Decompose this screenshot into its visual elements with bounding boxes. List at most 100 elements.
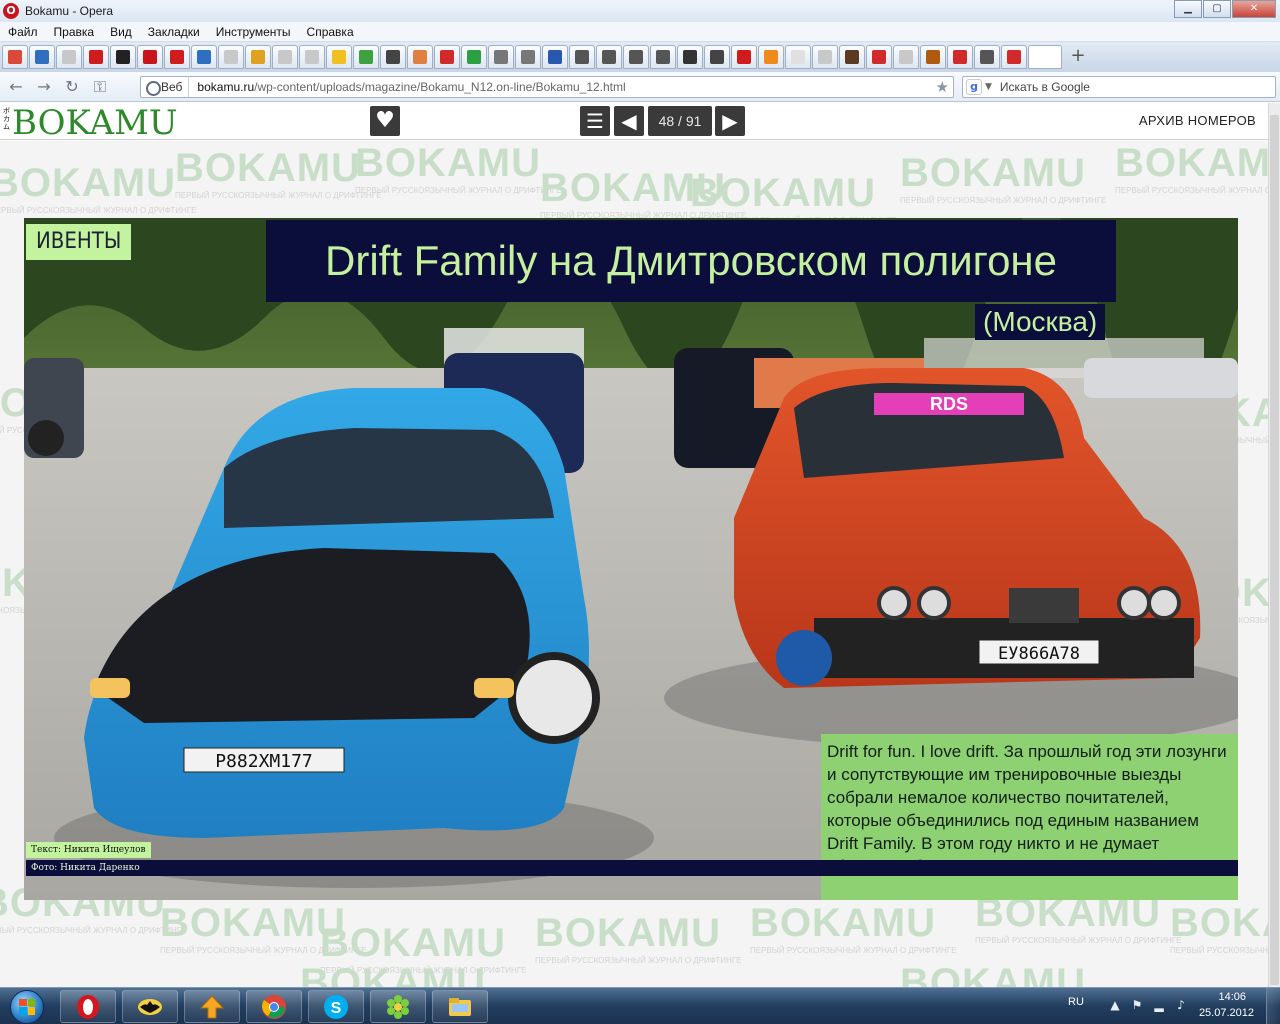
contents-menu-button[interactable]: ☰ [580, 106, 610, 136]
tab-favicon-icon [494, 50, 508, 64]
system-tray: RU ▲ ⚑ ▂ ♪ 14:06 25.07.2012 [1060, 988, 1280, 1024]
start-button[interactable] [2, 988, 52, 1024]
archive-link[interactable]: АРХИВ НОМЕРОВ [1139, 113, 1256, 128]
bookmark-star-icon[interactable]: ★ [936, 78, 949, 96]
site-logo[interactable]: BOKAMU [12, 103, 178, 143]
browser-tab[interactable] [137, 45, 163, 69]
browser-tab[interactable] [191, 45, 217, 69]
maximize-button[interactable]: ▢ [1203, 0, 1231, 18]
new-tab-button[interactable]: + [1067, 46, 1089, 68]
language-indicator[interactable]: RU [1068, 996, 1084, 1008]
browser-tab[interactable] [920, 45, 946, 69]
watermark-tagline: ПЕРВЫЙ РУССКОЯЗЫЧНЫЙ ЖУРНАЛ О ДРИФТИНГЕ [750, 946, 957, 955]
reload-button[interactable]: ↻ [60, 75, 84, 99]
scrollbar-thumb[interactable] [1270, 115, 1279, 985]
browser-tab[interactable] [650, 45, 676, 69]
google-icon[interactable]: g [966, 79, 982, 95]
address-bar[interactable]: Веб bokamu.ru/wp-content/uploads/magazin… [140, 76, 954, 98]
browser-tab[interactable] [29, 45, 55, 69]
blue-car-plate: Р882ХМ177 [215, 751, 313, 772]
browser-tab[interactable] [947, 45, 973, 69]
tray-expand-icon[interactable]: ▲ [1108, 998, 1122, 1012]
tab-favicon-icon [170, 50, 184, 64]
browser-tab[interactable] [623, 45, 649, 69]
tab-favicon-icon [575, 50, 589, 64]
minimize-button[interactable]: ▁ [1174, 0, 1202, 18]
browser-tab[interactable] [110, 45, 136, 69]
browser-tab[interactable] [731, 45, 757, 69]
taskbar-chrome[interactable] [246, 990, 302, 1023]
favorite-heart-button[interactable]: ♥ [370, 106, 400, 136]
menu-file[interactable]: Файл [0, 25, 46, 39]
clock-time[interactable]: 14:06 [1218, 991, 1246, 1003]
menu-bookmarks[interactable]: Закладки [140, 25, 208, 39]
browser-tab[interactable] [974, 45, 1000, 69]
scrollbar[interactable] [1268, 103, 1280, 987]
key-icon[interactable]: ⚿ [88, 75, 112, 99]
back-button[interactable]: ← [4, 75, 28, 99]
browser-tab[interactable] [812, 45, 838, 69]
clock-date[interactable]: 25.07.2012 [1199, 1007, 1254, 1019]
tray-action-center-icon[interactable]: ⚑ [1130, 998, 1144, 1012]
menu-view[interactable]: Вид [102, 25, 140, 39]
browser-tab[interactable] [434, 45, 460, 69]
browser-tab[interactable] [326, 45, 352, 69]
browser-tab[interactable] [677, 45, 703, 69]
close-button[interactable]: ✕ [1232, 0, 1276, 18]
browser-tab[interactable] [461, 45, 487, 69]
forward-button[interactable]: → [32, 75, 56, 99]
menu-tools[interactable]: Инструменты [208, 25, 299, 39]
watermark-logo: BOKAMUПЕРВЫЙ РУССКОЯЗЫЧНЫЙ ЖУРНАЛ О ДРИФ… [355, 141, 562, 195]
browser-tab[interactable] [542, 45, 568, 69]
watermark-tagline: ПЕРВЫЙ РУССКОЯЗЫЧНЫЙ ЖУРНАЛ О ДРИФТИНГЕ [175, 191, 382, 200]
taskbar-skype[interactable]: S [308, 990, 364, 1023]
browser-tab[interactable] [1028, 45, 1062, 69]
taskbar-explorer[interactable] [432, 990, 488, 1023]
magazine-page: Р882ХМ177 ЕУ866А78 RDS ИВЕНТЫ Drift Fami… [24, 218, 1238, 900]
browser-tab[interactable] [83, 45, 109, 69]
browser-tab[interactable] [758, 45, 784, 69]
prev-page-button[interactable]: ◀ [614, 106, 644, 136]
folder-icon [449, 997, 471, 1016]
tray-network-icon[interactable]: ▂ [1152, 998, 1166, 1012]
browser-tab[interactable] [488, 45, 514, 69]
browser-tab[interactable] [353, 45, 379, 69]
browser-tab[interactable] [1001, 45, 1027, 69]
taskbar-opera[interactable] [60, 990, 116, 1023]
browser-tab[interactable] [299, 45, 325, 69]
watermark-tagline: ПЕРВЫЙ РУССКОЯЗЫЧНЫЙ ЖУРНАЛ О ДРИФТИНГЕ [0, 926, 187, 935]
tray-volume-icon[interactable]: ♪ [1174, 998, 1188, 1012]
browser-tab[interactable] [785, 45, 811, 69]
next-page-button[interactable]: ▶ [715, 106, 745, 136]
browser-tab[interactable] [2, 45, 28, 69]
site-info-badge[interactable]: Веб [141, 77, 190, 97]
browser-tab[interactable] [56, 45, 82, 69]
menu-help[interactable]: Справка [299, 25, 362, 39]
browser-tab[interactable] [866, 45, 892, 69]
section-tag: ИВЕНТЫ [26, 224, 132, 260]
browser-tab[interactable] [569, 45, 595, 69]
skype-icon: S [324, 994, 348, 1019]
taskbar-batman[interactable] [122, 990, 178, 1023]
tab-favicon-icon [926, 50, 940, 64]
watermark-tagline: ПЕРВЫЙ РУССКОЯЗЫЧНЫЙ ЖУРНАЛ О ДРИФТИНГЕ [0, 206, 197, 215]
taskbar-icq[interactable] [370, 990, 426, 1023]
menu-edit[interactable]: Правка [46, 25, 103, 39]
search-engine-dropdown-icon[interactable]: ▼ [985, 82, 992, 92]
browser-tab[interactable] [218, 45, 244, 69]
browser-tab[interactable] [515, 45, 541, 69]
browser-tab[interactable] [704, 45, 730, 69]
browser-tab[interactable] [164, 45, 190, 69]
address-url[interactable]: bokamu.ru/wp-content/uploads/magazine/Bo… [189, 80, 625, 94]
browser-tab[interactable] [272, 45, 298, 69]
browser-tab[interactable] [245, 45, 271, 69]
taskbar-upload[interactable] [184, 990, 240, 1023]
navigation-toolbar: ← → ↻ ⚿ Веб bokamu.ru/wp-content/uploads… [0, 72, 1280, 102]
browser-tab[interactable] [407, 45, 433, 69]
browser-tab[interactable] [596, 45, 622, 69]
search-box[interactable]: g ▼ Искать в Google [962, 76, 1276, 98]
browser-tab[interactable] [380, 45, 406, 69]
show-desktop-button[interactable] [1266, 988, 1280, 1024]
browser-tab[interactable] [839, 45, 865, 69]
browser-tab[interactable] [893, 45, 919, 69]
